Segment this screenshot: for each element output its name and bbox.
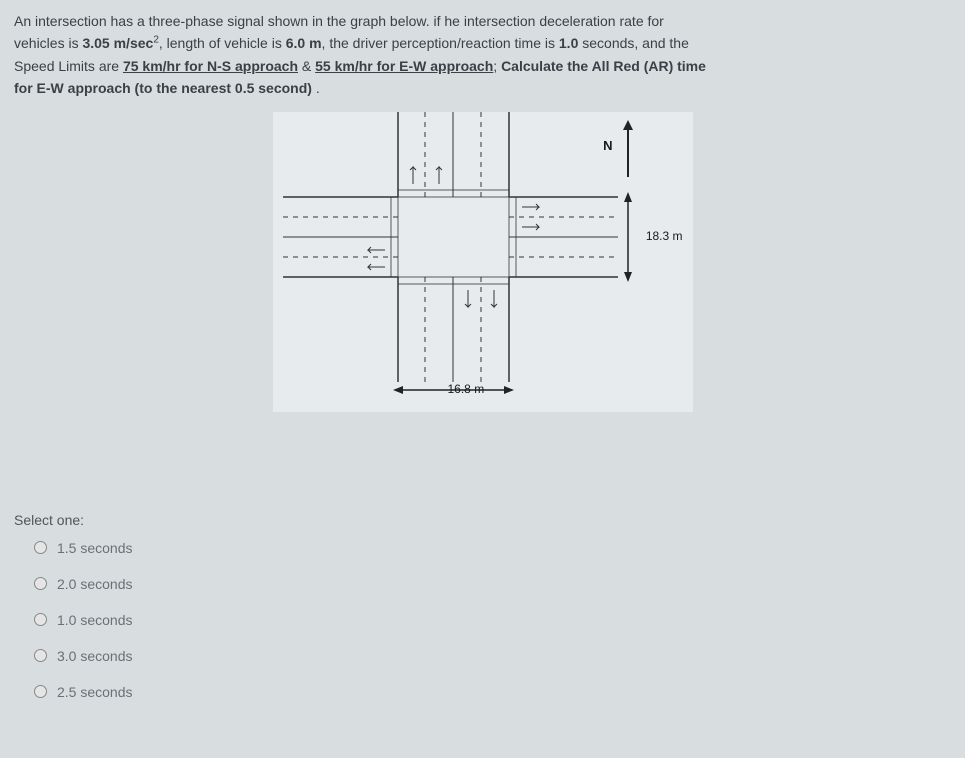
intersection-diagram: N 18.3 m 16.8 m xyxy=(273,112,693,412)
q-line1: An intersection has a three-phase signal… xyxy=(14,13,664,29)
option-label: 2.5 seconds xyxy=(57,684,133,700)
option-3[interactable]: 3.0 seconds xyxy=(34,648,951,664)
vehlen-val: 6.0 m xyxy=(286,35,322,51)
calc: Calculate the All Red (AR) time xyxy=(501,58,706,74)
option-4[interactable]: 2.5 seconds xyxy=(34,684,951,700)
option-label: 3.0 seconds xyxy=(57,648,133,664)
period: . xyxy=(316,80,320,96)
q-line4: for E-W approach (to the nearest 0.5 sec… xyxy=(14,80,312,96)
speed-ns: 75 km/hr for N-S approach xyxy=(123,58,298,74)
option-label: 1.0 seconds xyxy=(57,612,133,628)
diagram-container: N 18.3 m 16.8 m xyxy=(14,112,951,412)
decel-val: 3.05 m/sec xyxy=(82,35,153,51)
dim-height-label: 18.3 m xyxy=(646,229,683,243)
dim-width-label: 16.8 m xyxy=(448,382,485,396)
radio-icon[interactable] xyxy=(34,577,47,590)
speed-ew: 55 km/hr for E-W approach xyxy=(315,58,493,74)
q-line2b: , length of vehicle is xyxy=(159,35,286,51)
radio-icon[interactable] xyxy=(34,541,47,554)
north-label: N xyxy=(603,138,612,153)
options-list: 1.5 seconds 2.0 seconds 1.0 seconds 3.0 … xyxy=(14,540,951,700)
q-line2c: , the driver perception/reaction time is xyxy=(322,35,559,51)
select-one-label: Select one: xyxy=(14,512,951,528)
option-label: 1.5 seconds xyxy=(57,540,133,556)
q-line3a: Speed Limits are xyxy=(14,58,123,74)
q-line2a: vehicles is xyxy=(14,35,82,51)
option-0[interactable]: 1.5 seconds xyxy=(34,540,951,556)
amp: & xyxy=(298,58,315,74)
option-label: 2.0 seconds xyxy=(57,576,133,592)
option-1[interactable]: 2.0 seconds xyxy=(34,576,951,592)
radio-icon[interactable] xyxy=(34,649,47,662)
radio-icon[interactable] xyxy=(34,685,47,698)
diagram-svg xyxy=(273,112,693,412)
question-text: An intersection has a three-phase signal… xyxy=(14,10,951,100)
prt-val: 1.0 xyxy=(559,35,578,51)
q-line3b: ; xyxy=(493,58,501,74)
option-2[interactable]: 1.0 seconds xyxy=(34,612,951,628)
radio-icon[interactable] xyxy=(34,613,47,626)
q-line2d: seconds, and the xyxy=(578,35,689,51)
